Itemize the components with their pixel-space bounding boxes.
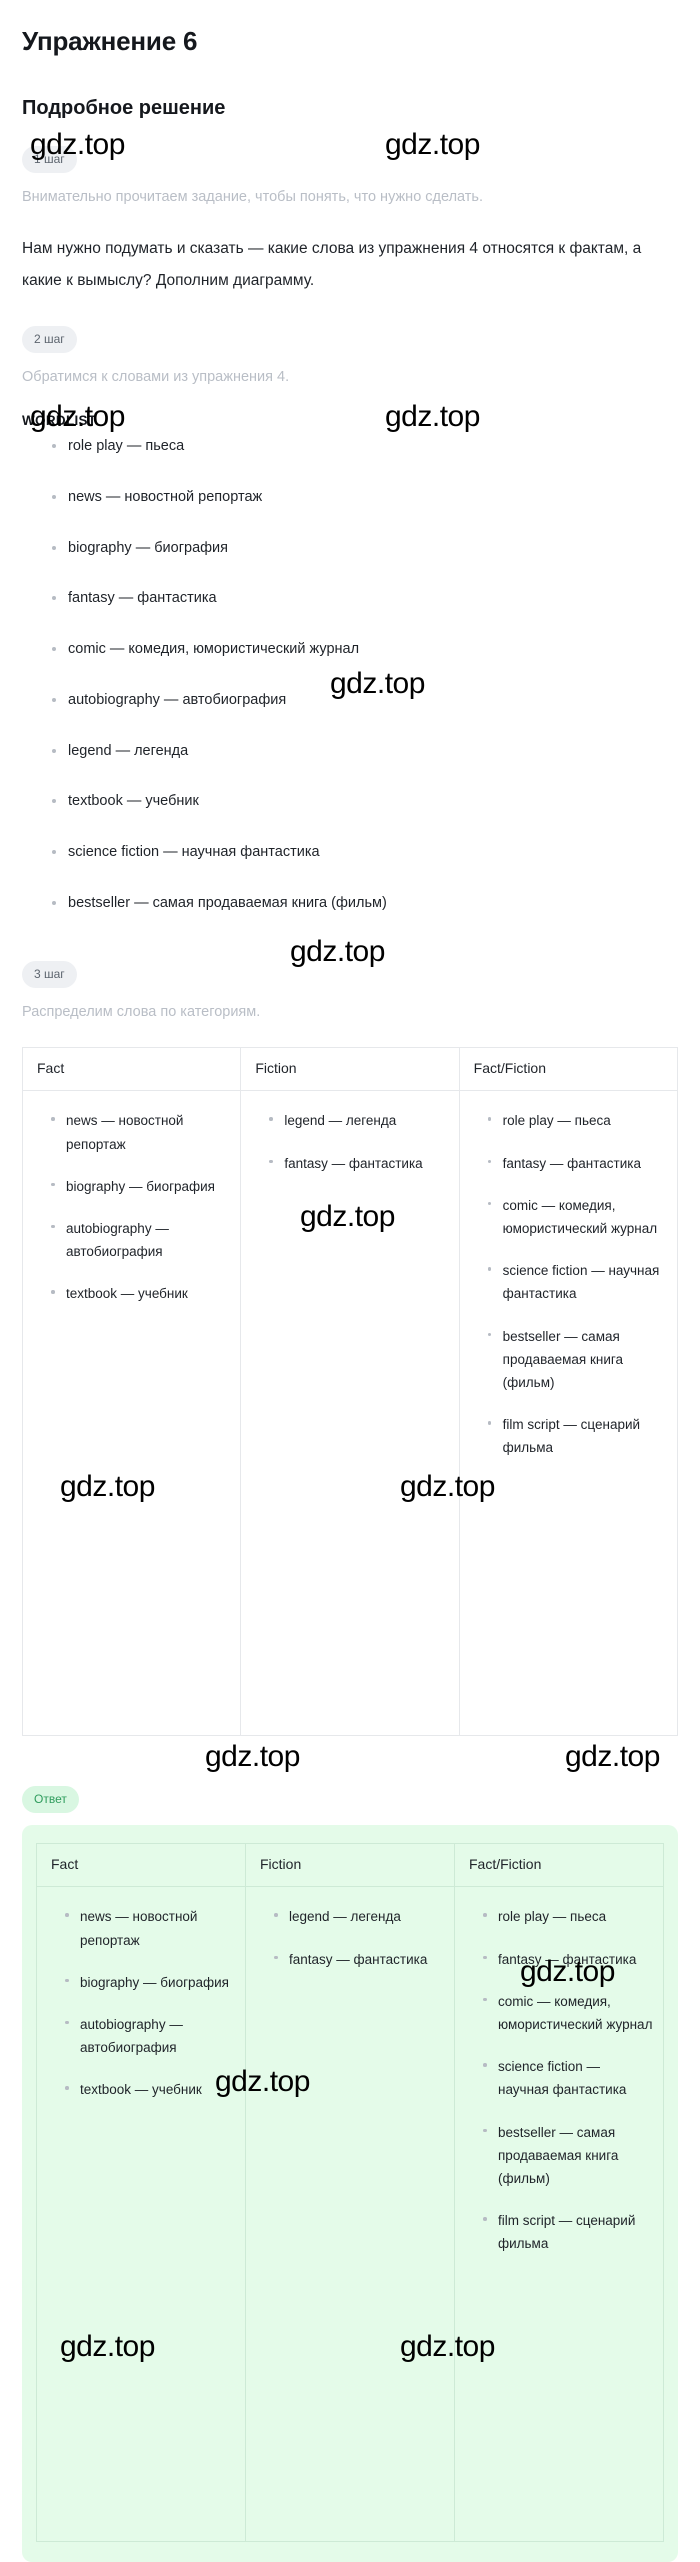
list-item: autobiography — автобиография xyxy=(52,690,678,712)
list-item: biography — биография xyxy=(52,538,678,560)
fact-list: news — новостной репортаж biography — би… xyxy=(33,1109,230,1305)
list-item: biography — биография xyxy=(51,1175,230,1198)
solution-page: Упражнение 6 Подробное решение 1 шаг Вни… xyxy=(0,0,700,2562)
list-item: textbook — учебник xyxy=(51,1282,230,1305)
list-item: biography — биография xyxy=(65,1971,235,1994)
solution-heading: Подробное решение xyxy=(22,97,226,119)
list-item: autobiography — автобиография xyxy=(51,1217,230,1263)
answer-box: Fact Fiction Fact/Fiction news — новостн… xyxy=(22,1825,678,2562)
step-hint-1: Внимательно прочитаем задание, чтобы пон… xyxy=(22,189,484,205)
list-item: legend — легенда xyxy=(274,1905,444,1928)
step-hint-2: Обратимся к словами из упражнения 4. xyxy=(22,369,290,386)
cell-fact: news — новостной репортаж biography — би… xyxy=(21,1090,242,1737)
page-title: Упражнение 6 xyxy=(22,26,198,56)
list-item: bestseller — самая продаваемая книга (фи… xyxy=(52,893,678,915)
category-table: Fact Fiction Fact/Fiction news — новостн… xyxy=(21,1047,679,1737)
list-item: role play — пьеса xyxy=(487,1109,667,1132)
answer-badge: Ответ xyxy=(22,1786,79,1814)
step-text-1: Нам нужно подумать и сказать — какие сло… xyxy=(22,239,642,289)
answer-column-header-fact: Fact xyxy=(36,1843,246,1888)
answer-cell-fact-fiction: role play — пьеса fantasy — фантастика c… xyxy=(454,1886,664,2543)
list-item: autobiography — автобиография xyxy=(65,2013,235,2059)
list-item: textbook — учебник xyxy=(52,791,678,813)
list-item: fantasy — фантастика xyxy=(487,1152,667,1175)
list-item: science fiction — научная фантастика xyxy=(52,842,678,864)
list-item: bestseller — самая продаваемая книга (фи… xyxy=(487,1325,667,1395)
list-item: news — новостной репортаж xyxy=(52,487,678,509)
step-3: 3 шаг Распределим слова по категориям. xyxy=(22,960,678,1024)
wordlist: role play — пьеса news — новостной репор… xyxy=(22,436,678,915)
list-item: role play — пьеса xyxy=(483,1905,653,1928)
list-item: textbook — учебник xyxy=(65,2078,235,2101)
list-item: comic — комедия, юмористический журнал xyxy=(52,639,678,661)
list-item: fantasy — фантастика xyxy=(269,1152,448,1175)
answer-fiction-list: legend — легенда fantasy — фантастика xyxy=(256,1905,444,1970)
list-item: bestseller — самая продаваемая книга (фи… xyxy=(483,2121,653,2191)
list-item: film script — сценарий фильма xyxy=(483,2209,653,2255)
table-row: news — новостной репортаж biography — би… xyxy=(36,1886,664,2543)
list-item: fantasy — фантастика xyxy=(274,1948,444,1971)
step-hint-3: Распределим слова по категориям. xyxy=(22,1003,261,1020)
list-item: science fiction — научная фантастика xyxy=(487,1259,667,1305)
list-item: news — новостной репортаж xyxy=(51,1109,230,1155)
step-badge-1: 1 шаг xyxy=(22,146,77,173)
column-header-fact-fiction: Fact/Fiction xyxy=(458,1047,679,1092)
list-item: comic — комедия, юмористический журнал xyxy=(483,1990,653,2036)
list-item: fantasy — фантастика xyxy=(483,1948,653,1971)
category-table-wrap: Fact Fiction Fact/Fiction news — новостн… xyxy=(21,1047,679,1737)
answer-fact-list: news — новостной репортаж biography — би… xyxy=(47,1905,235,2101)
step-2: 2 шаг Обратимся к словами из упражнения … xyxy=(22,326,678,914)
table-row: news — новостной репортаж biography — би… xyxy=(21,1090,679,1737)
step-badge-2: 2 шаг xyxy=(22,326,77,354)
table-header-row: Fact Fiction Fact/Fiction xyxy=(21,1047,679,1092)
list-item: comic — комедия, юмористический журнал xyxy=(487,1194,667,1240)
answer-section: Ответ Fact Fiction Fact/Fiction news — н… xyxy=(22,1786,678,2562)
answer-table: Fact Fiction Fact/Fiction news — новостн… xyxy=(36,1843,664,2543)
list-item: film script — сценарий фильма xyxy=(487,1413,667,1459)
answer-cell-fact: news — новостной репортаж biography — би… xyxy=(36,1886,246,2543)
column-header-fiction: Fiction xyxy=(240,1047,460,1092)
cell-fiction: legend — легенда fantasy — фантастика xyxy=(240,1090,460,1737)
answer-cell-fiction: legend — легенда fantasy — фантастика xyxy=(245,1886,455,2543)
cell-fact-fiction: role play — пьеса fantasy — фантастика c… xyxy=(458,1090,679,1737)
fact-fiction-list: role play — пьеса fantasy — фантастика c… xyxy=(470,1109,667,1459)
answer-column-header-fiction: Fiction xyxy=(245,1843,455,1888)
list-item: legend — легенда xyxy=(269,1109,448,1132)
step-badge-3: 3 шаг xyxy=(22,960,77,988)
column-header-fact: Fact xyxy=(21,1047,242,1092)
list-item: science fiction — научная фантастика xyxy=(483,2055,653,2101)
answer-fact-fiction-list: role play — пьеса fantasy — фантастика c… xyxy=(465,1905,653,2255)
wordlist-title: WORDLIST xyxy=(22,413,97,429)
table-header-row: Fact Fiction Fact/Fiction xyxy=(36,1843,664,1888)
step-1: 1 шаг Внимательно прочитаем задание, что… xyxy=(22,146,678,296)
list-item: legend — легенда xyxy=(52,741,678,763)
list-item: fantasy — фантастика xyxy=(52,588,678,610)
answer-column-header-fact-fiction: Fact/Fiction xyxy=(454,1843,664,1888)
list-item: role play — пьеса xyxy=(52,436,678,458)
list-item: news — новостной репортаж xyxy=(65,1905,235,1951)
fiction-list: legend — легенда fantasy — фантастика xyxy=(251,1109,448,1174)
